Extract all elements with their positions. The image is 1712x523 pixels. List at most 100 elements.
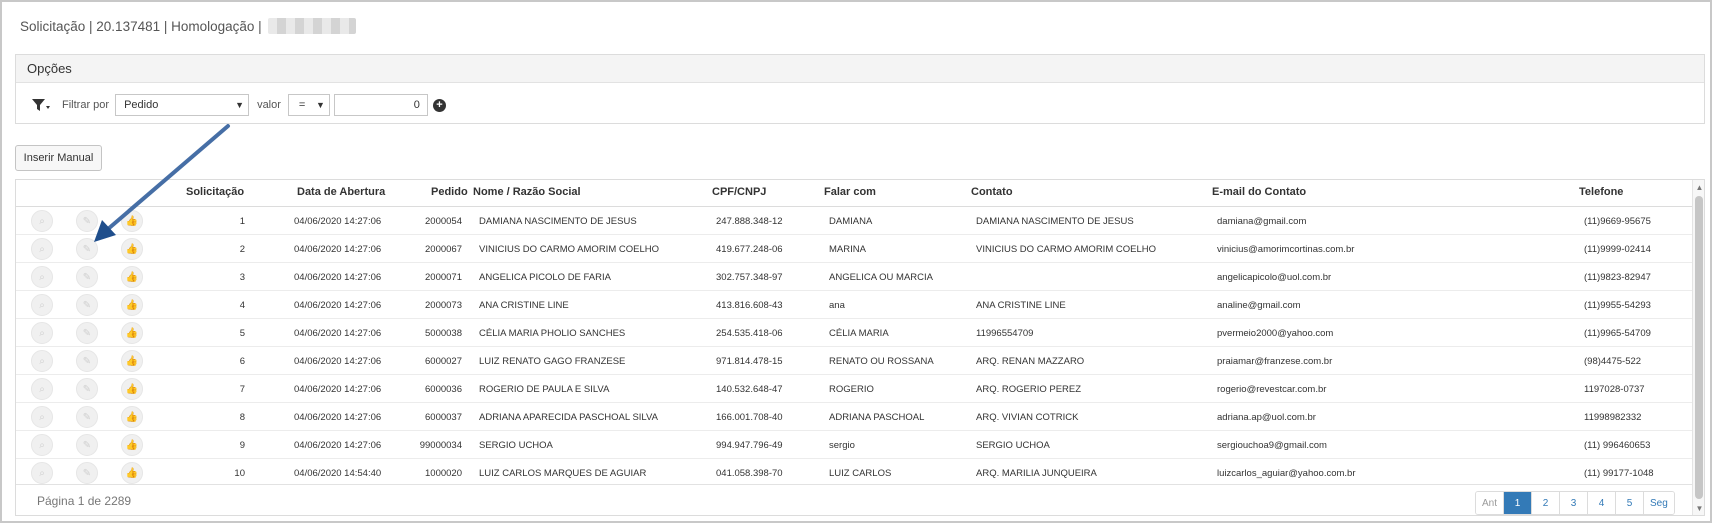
table-row[interactable]: ⌕ ✎ 👍 3 04/06/2020 14:27:06 2000071 ANGELICA P… — [16, 263, 1692, 291]
cell-nome: ROGERIO DE PAULA E SILVA — [479, 384, 610, 395]
search-icon[interactable]: ⌕ — [31, 322, 53, 344]
search-icon[interactable]: ⌕ — [31, 266, 53, 288]
thumbs-up-icon[interactable]: 👍 — [121, 238, 143, 260]
pencil-icon[interactable]: ✎ — [76, 238, 98, 260]
thumbs-up-icon[interactable]: 👍 — [121, 406, 143, 428]
cell-falar-com: CÉLIA MARIA — [829, 328, 889, 339]
table-row[interactable]: ⌕ ✎ 👍 6 04/06/2020 14:27:06 6000027 LUIZ RENAT… — [16, 347, 1692, 375]
pencil-icon[interactable]: ✎ — [76, 406, 98, 428]
cell-falar-com: RENATO OU ROSSANA — [829, 356, 934, 367]
cell-solicitacao: 10 — [234, 468, 245, 479]
cell-nome: ANGELICA PICOLO DE FARIA — [479, 272, 611, 283]
scroll-down-icon[interactable]: ▼ — [1693, 502, 1704, 515]
pencil-icon[interactable]: ✎ — [76, 322, 98, 344]
cell-data-abertura: 04/06/2020 14:27:06 — [294, 356, 382, 367]
cell-telefone: 11998982332 — [1584, 412, 1642, 423]
search-icon[interactable]: ⌕ — [31, 210, 53, 232]
table-row[interactable]: ⌕ ✎ 👍 2 04/06/2020 14:27:06 2000067 VINICIUS D… — [16, 235, 1692, 263]
thumbs-up-icon[interactable]: 👍 — [121, 294, 143, 316]
cell-contato: ARQ. VIVIAN COTRICK — [976, 412, 1079, 423]
cell-solicitacao: 8 — [239, 412, 245, 423]
cell-cpf-cnpj: 302.757.348-97 — [716, 272, 783, 283]
redacted-text — [267, 18, 356, 34]
pencil-icon[interactable]: ✎ — [76, 378, 98, 400]
cell-nome: LUIZ RENATO GAGO FRANZESE — [479, 356, 626, 367]
cell-cpf-cnpj: 247.888.348-12 — [716, 216, 783, 227]
search-icon[interactable]: ⌕ — [31, 462, 53, 484]
pagination-page-2[interactable]: 2 — [1532, 492, 1561, 514]
filter-field-value: Pedido — [124, 99, 159, 111]
column-header-nome[interactable]: Nome / Razão Social — [473, 186, 581, 198]
vertical-scrollbar[interactable]: ▲ ▼ — [1692, 180, 1704, 515]
pencil-icon[interactable]: ✎ — [76, 294, 98, 316]
table-row[interactable]: ⌕ ✎ 👍 10 04/06/2020 14:54:40 1000020 LUIZ CARL… — [16, 459, 1692, 487]
table-row[interactable]: ⌕ ✎ 👍 9 04/06/2020 14:27:06 99000034 SERGIO UC… — [16, 431, 1692, 459]
table-row[interactable]: ⌕ ✎ 👍 8 04/06/2020 14:27:06 6000037 ADRIANA AP… — [16, 403, 1692, 431]
pagination-page-5[interactable]: 5 — [1616, 492, 1645, 514]
pagination-next[interactable]: Seg — [1644, 492, 1674, 514]
thumbs-up-icon[interactable]: 👍 — [121, 266, 143, 288]
cell-falar-com: ANGELICA OU MARCIA — [829, 272, 933, 283]
pencil-icon[interactable]: ✎ — [76, 462, 98, 484]
operator-select[interactable]: = ▼ — [287, 94, 330, 116]
cell-solicitacao: 3 — [239, 272, 245, 283]
column-header-email[interactable]: E-mail do Contato — [1212, 186, 1306, 198]
pencil-icon[interactable]: ✎ — [76, 434, 98, 456]
cell-pedido: 1000020 — [425, 468, 462, 479]
column-header-cpf-cnpj[interactable]: CPF/CNPJ — [712, 186, 766, 198]
pencil-icon[interactable]: ✎ — [76, 350, 98, 372]
cell-pedido: 2000071 — [425, 272, 462, 283]
pagination-page-3[interactable]: 3 — [1560, 492, 1589, 514]
thumbs-up-icon[interactable]: 👍 — [121, 378, 143, 400]
insert-manual-button[interactable]: Inserir Manual — [15, 145, 102, 171]
pagination-page-1[interactable]: 1 — [1504, 492, 1533, 514]
search-icon[interactable]: ⌕ — [31, 350, 53, 372]
table-row[interactable]: ⌕ ✎ 👍 4 04/06/2020 14:27:06 2000073 ANA CRISTI… — [16, 291, 1692, 319]
table-row[interactable]: ⌕ ✎ 👍 5 04/06/2020 14:27:06 5000038 CÉLIA MARI… — [16, 319, 1692, 347]
cell-pedido: 2000054 — [425, 216, 462, 227]
search-icon[interactable]: ⌕ — [31, 238, 53, 260]
scroll-up-icon[interactable]: ▲ — [1693, 181, 1704, 194]
cell-data-abertura: 04/06/2020 14:27:06 — [294, 300, 382, 311]
pencil-icon[interactable]: ✎ — [76, 266, 98, 288]
filter-value-input[interactable]: 0 — [333, 94, 428, 116]
cell-pedido: 99000034 — [419, 440, 462, 451]
cell-email: damiana@gmail.com — [1217, 216, 1307, 227]
thumbs-up-icon[interactable]: 👍 — [121, 462, 143, 484]
cell-falar-com: MARINA — [829, 244, 866, 255]
plus-circle-icon[interactable]: + — [432, 98, 446, 112]
cell-cpf-cnpj: 994.947.796-49 — [716, 440, 783, 451]
search-icon[interactable]: ⌕ — [31, 406, 53, 428]
cell-contato: 11996554709 — [976, 328, 1034, 339]
cell-nome: VINICIUS DO CARMO AMORIM COELHO — [479, 244, 659, 255]
filter-row: Filtrar por Pedido ▼ valor = ▼ 0 + — [30, 94, 446, 116]
column-header-solicitacao[interactable]: Solicitação — [186, 186, 244, 198]
cell-pedido: 2000067 — [425, 244, 462, 255]
column-header-telefone[interactable]: Telefone — [1579, 186, 1623, 198]
thumbs-up-icon[interactable]: 👍 — [121, 210, 143, 232]
column-header-pedido[interactable]: Pedido — [431, 186, 468, 198]
pagination-page-4[interactable]: 4 — [1588, 492, 1617, 514]
cell-contato: DAMIANA NASCIMENTO DE JESUS — [976, 216, 1134, 227]
search-icon[interactable]: ⌕ — [31, 434, 53, 456]
filter-field-select[interactable]: Pedido ▼ — [115, 94, 250, 116]
table-row[interactable]: ⌕ ✎ 👍 7 04/06/2020 14:27:06 6000036 ROGERIO DE… — [16, 375, 1692, 403]
search-icon[interactable]: ⌕ — [31, 294, 53, 316]
column-header-contato[interactable]: Contato — [971, 186, 1013, 198]
pencil-icon[interactable]: ✎ — [76, 210, 98, 232]
thumbs-up-icon[interactable]: 👍 — [121, 434, 143, 456]
cell-pedido: 6000027 — [425, 356, 462, 367]
thumbs-up-icon[interactable]: 👍 — [121, 322, 143, 344]
pagination-prev[interactable]: Ant — [1476, 492, 1505, 514]
valor-label: valor — [257, 99, 281, 111]
scrollbar-thumb[interactable] — [1695, 196, 1703, 499]
cell-telefone: (11)9823-82947 — [1584, 272, 1651, 283]
table-row[interactable]: ⌕ ✎ 👍 1 04/06/2020 14:27:06 2000054 DAMIANA NA… — [16, 207, 1692, 235]
column-header-falar-com[interactable]: Falar com — [824, 186, 876, 198]
column-header-data-abertura[interactable]: Data de Abertura — [297, 186, 385, 198]
pagination: Ant 1 2 3 4 5 Seg — [1475, 491, 1675, 515]
results-table: Solicitação Data de Abertura Pedido Nome… — [15, 179, 1705, 516]
thumbs-up-icon[interactable]: 👍 — [121, 350, 143, 372]
search-icon[interactable]: ⌕ — [31, 378, 53, 400]
filter-icon[interactable] — [30, 95, 52, 115]
